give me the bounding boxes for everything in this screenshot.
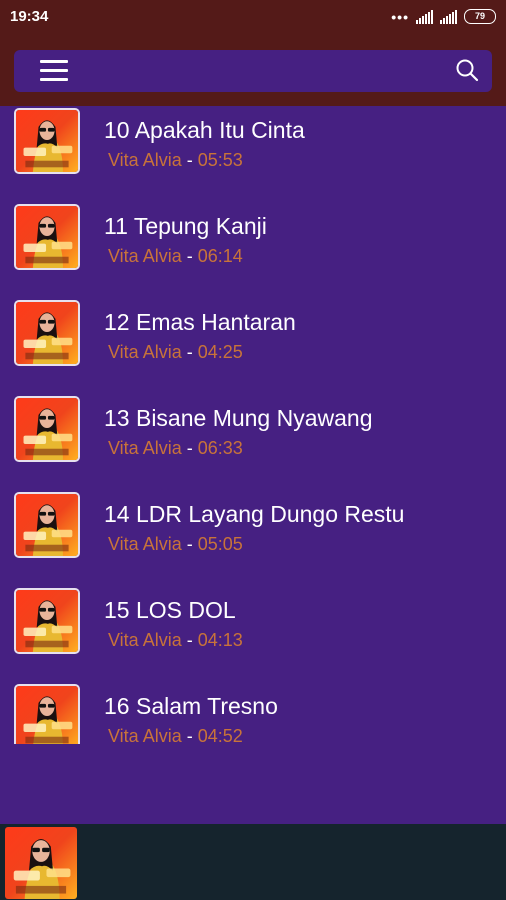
song-item[interactable]: 15 LOS DOL Vita Alvia - 04:13 <box>0 586 506 682</box>
song-title: 16 Salam Tresno <box>104 693 278 719</box>
song-item[interactable]: 16 Salam Tresno Vita Alvia - 04:52 <box>0 682 506 744</box>
song-duration: 05:05 <box>197 534 243 554</box>
song-artist: Vita Alvia <box>108 630 182 650</box>
signal-icon <box>416 9 433 24</box>
song-thumbnail <box>14 492 80 558</box>
song-item[interactable]: 10 Apakah Itu Cinta Vita Alvia - 05:53 <box>0 106 506 202</box>
song-item[interactable]: 13 Bisane Mung Nyawang Vita Alvia - 06:3… <box>0 394 506 490</box>
hamburger-menu-icon[interactable] <box>40 60 68 82</box>
song-title: 10 Apakah Itu Cinta <box>104 117 305 143</box>
search-icon[interactable] <box>454 57 480 83</box>
battery-icon: 79 <box>464 9 496 24</box>
song-thumbnail <box>14 684 80 744</box>
song-subtitle: Vita Alvia - 04:52 <box>108 726 243 744</box>
song-duration: 06:33 <box>197 438 243 458</box>
song-artist: Vita Alvia <box>108 342 182 362</box>
song-thumbnail <box>14 588 80 654</box>
song-subtitle: Vita Alvia - 05:53 <box>108 150 243 171</box>
song-artist: Vita Alvia <box>108 534 182 554</box>
song-subtitle: Vita Alvia - 04:13 <box>108 630 243 651</box>
song-duration: 04:13 <box>197 630 243 650</box>
subtitle-separator: - <box>181 342 198 362</box>
song-duration: 06:14 <box>197 246 243 266</box>
toolbar <box>14 50 492 92</box>
song-artist: Vita Alvia <box>108 246 182 266</box>
song-title: 15 LOS DOL <box>104 597 236 623</box>
song-item[interactable]: 14 LDR Layang Dungo Restu Vita Alvia - 0… <box>0 490 506 586</box>
status-time: 19:34 <box>10 8 49 25</box>
song-list[interactable]: 10 Apakah Itu Cinta Vita Alvia - 05:53 1… <box>0 106 506 744</box>
signal-icon-2 <box>440 9 457 24</box>
subtitle-separator: - <box>181 150 198 170</box>
subtitle-separator: - <box>181 438 198 458</box>
song-artist: Vita Alvia <box>108 726 182 744</box>
song-subtitle: Vita Alvia - 05:05 <box>108 534 243 555</box>
song-thumbnail <box>14 300 80 366</box>
song-title: 13 Bisane Mung Nyawang <box>104 405 373 431</box>
subtitle-separator: - <box>181 246 198 266</box>
status-bar: 19:34 ••• 79 <box>0 0 506 40</box>
song-thumbnail <box>14 204 80 270</box>
song-subtitle: Vita Alvia - 04:25 <box>108 342 243 363</box>
notification-dots: ••• <box>391 8 409 25</box>
song-subtitle: Vita Alvia - 06:14 <box>108 246 243 267</box>
mini-player[interactable] <box>0 824 506 900</box>
subtitle-separator: - <box>181 726 198 744</box>
song-title: 12 Emas Hantaran <box>104 309 296 335</box>
song-artist: Vita Alvia <box>108 438 182 458</box>
song-subtitle: Vita Alvia - 06:33 <box>108 438 243 459</box>
song-title: 14 LDR Layang Dungo Restu <box>104 501 405 527</box>
status-icons: ••• 79 <box>391 9 496 24</box>
player-thumbnail[interactable] <box>5 827 77 899</box>
subtitle-separator: - <box>181 630 198 650</box>
song-thumbnail <box>14 108 80 174</box>
song-item[interactable]: 11 Tepung Kanji Vita Alvia - 06:14 <box>0 202 506 298</box>
song-item[interactable]: 12 Emas Hantaran Vita Alvia - 04:25 <box>0 298 506 394</box>
song-artist: Vita Alvia <box>108 150 182 170</box>
song-duration: 05:53 <box>197 150 243 170</box>
subtitle-separator: - <box>181 534 198 554</box>
song-duration: 04:52 <box>197 726 243 744</box>
song-duration: 04:25 <box>197 342 243 362</box>
song-title: 11 Tepung Kanji <box>104 213 267 239</box>
song-thumbnail <box>14 396 80 462</box>
